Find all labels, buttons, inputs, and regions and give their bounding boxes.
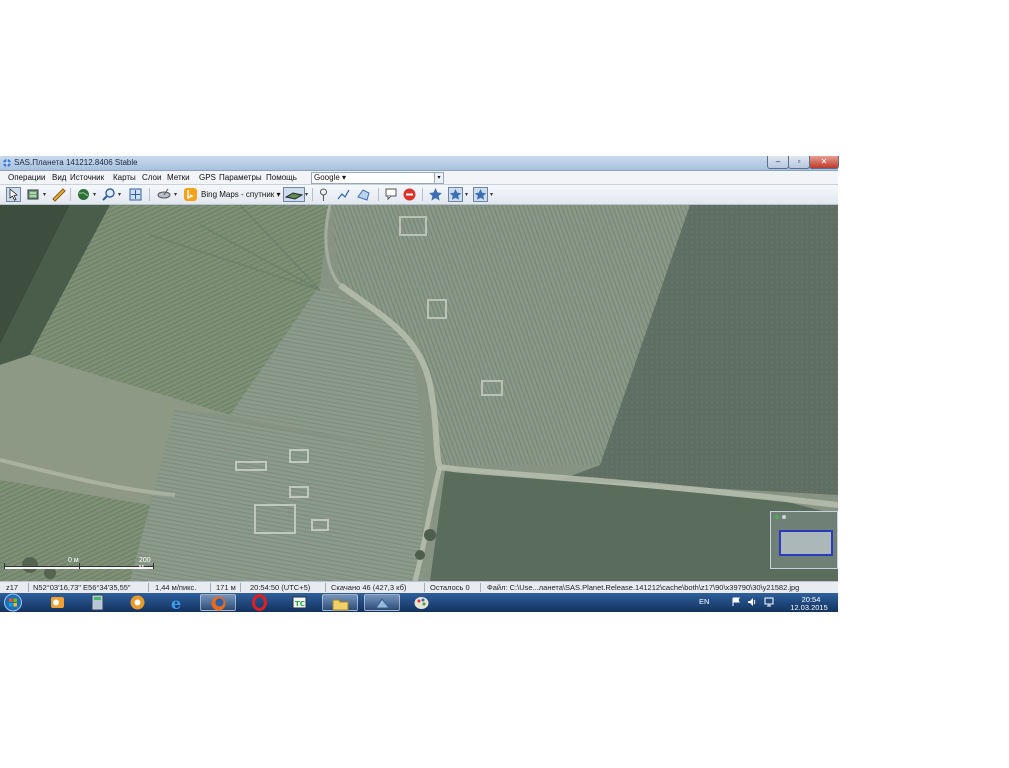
path-icon[interactable] <box>336 187 351 202</box>
bing-maps-layer-select[interactable]: Bing Maps - спутник ▾ <box>201 189 281 200</box>
taskbar-outlook[interactable] <box>40 594 76 611</box>
status-file-path: Файл: C:\Use...ланета\SAS.Planet.Release… <box>487 583 800 592</box>
toolbar-separator <box>422 188 423 201</box>
toolbar-separator <box>70 188 71 201</box>
volume-icon[interactable] <box>747 597 757 607</box>
ruler-icon[interactable] <box>51 187 66 202</box>
maximize-button[interactable]: ▫ <box>788 156 810 169</box>
status-elevation: 171 м <box>216 583 236 592</box>
menu-source[interactable]: Источник <box>70 172 104 183</box>
comment-icon[interactable] <box>384 187 399 202</box>
flag-icon[interactable] <box>731 597 741 607</box>
firefox-icon <box>211 596 226 611</box>
folder-icon <box>332 599 349 611</box>
status-remaining: Осталось 0 <box>430 583 470 592</box>
menu-maps[interactable]: Карты <box>113 172 136 183</box>
toolbar-separator <box>149 188 150 201</box>
scale-label-end: 200 м <box>139 557 151 571</box>
menu-marks[interactable]: Метки <box>167 172 190 183</box>
status-coordinates: N52°03'16,73" E56°34'35,55" <box>33 583 131 592</box>
taskbar-firefox[interactable] <box>200 594 236 611</box>
minimap-zoom-out-icon[interactable] <box>782 515 786 519</box>
layers-icon[interactable] <box>26 187 41 202</box>
chevron-down-icon[interactable]: ▾ <box>305 191 308 198</box>
minimize-button[interactable]: ‒ <box>767 156 789 169</box>
menu-settings[interactable]: Параметры <box>219 172 262 183</box>
paint-icon <box>414 597 429 609</box>
star-selected-icon[interactable] <box>448 187 463 202</box>
satellite-dish-icon[interactable] <box>157 187 172 202</box>
toolbar-separator <box>312 188 313 201</box>
svg-text:e: e <box>171 594 181 611</box>
status-bar: z17 N52°03'16,73" E56°34'35,55" 1,44 м/п… <box>0 581 838 593</box>
status-time: 20:54:50 (UTC+5) <box>250 583 311 592</box>
zoom-icon[interactable] <box>101 187 116 202</box>
minimap-viewport-frame[interactable] <box>779 530 833 556</box>
window-title: SAS.Планета 141212.8406 Stable <box>14 158 138 167</box>
globe-icon[interactable] <box>76 187 91 202</box>
toolbar-separator <box>378 188 379 201</box>
stop-icon[interactable] <box>402 187 417 202</box>
taskbar-explorer[interactable] <box>322 594 358 611</box>
polygon-icon[interactable] <box>356 187 371 202</box>
star-icon[interactable] <box>428 187 443 202</box>
clock-date[interactable]: 12.03.2015 <box>786 603 832 612</box>
calculator-icon <box>91 594 104 611</box>
menu-operations[interactable]: Операции <box>8 172 45 183</box>
menu-gps[interactable]: GPS <box>199 172 216 183</box>
menu-layers[interactable]: Слои <box>142 172 161 183</box>
menu-view[interactable]: Вид <box>52 172 66 183</box>
total-commander-icon: TC <box>292 596 307 609</box>
taskbar-paint[interactable] <box>404 594 440 611</box>
close-button[interactable]: ✕ <box>809 156 839 169</box>
minimap-zoom-in-icon[interactable] <box>775 515 779 519</box>
chevron-down-icon[interactable]: ▾ <box>490 191 493 198</box>
opera-icon <box>252 594 267 611</box>
title-bar[interactable]: SAS.Планета 141212.8406 Stable ‒ ▫ ✕ <box>0 156 839 171</box>
placemark-icon[interactable] <box>316 187 331 202</box>
app-icon <box>3 159 11 167</box>
start-orb-icon[interactable] <box>3 593 23 612</box>
taskbar-ie[interactable]: e <box>160 594 196 611</box>
star-selected-icon[interactable] <box>473 187 488 202</box>
counter-strike-icon <box>130 595 145 610</box>
status-resolution: 1,44 м/пикс. <box>155 583 197 592</box>
svg-text:TC: TC <box>295 600 305 608</box>
taskbar-sas-planet[interactable] <box>364 594 400 611</box>
ie-icon: e <box>171 594 181 611</box>
bing-icon[interactable] <box>183 187 198 202</box>
overview-minimap[interactable] <box>770 511 838 569</box>
chevron-down-icon[interactable]: ▾ <box>174 191 177 198</box>
map-source-select[interactable]: Google ▾ ▾ <box>311 172 444 184</box>
map-layer-icon[interactable] <box>283 187 305 202</box>
chevron-down-icon[interactable]: ▾ <box>118 191 121 198</box>
sas-planet-icon <box>375 598 391 609</box>
chevron-down-icon[interactable]: ▾ <box>43 191 46 198</box>
chevron-down-icon[interactable]: ▾ <box>465 191 468 198</box>
menu-bar: Операции Вид Источник Карты Слои Метки G… <box>0 171 838 185</box>
windows-taskbar: e TC EN 20:54 12.03.2015 <box>0 593 838 612</box>
satellite-map-view[interactable]: 0 м 200 м <box>0 205 838 581</box>
status-zoom: z17 <box>6 583 19 592</box>
taskbar-opera[interactable] <box>242 594 278 611</box>
taskbar-total-commander[interactable]: TC <box>282 594 318 611</box>
taskbar-counter-strike[interactable] <box>120 594 156 611</box>
scale-label-start: 0 м <box>68 557 79 564</box>
network-icon[interactable] <box>764 597 774 607</box>
outlook-icon <box>51 597 64 608</box>
app-window: SAS.Планета 141212.8406 Stable ‒ ▫ ✕ Опе… <box>0 156 839 612</box>
main-toolbar: ▾ ▾ ▾ ▾ Bing Maps - спутник ▾ ▾ ▾ ▾ <box>0 185 838 205</box>
taskbar-calculator[interactable] <box>80 594 116 611</box>
map-source-value: Google ▾ <box>314 173 347 182</box>
status-downloaded: Скачано 46 (427,3 кб) <box>331 583 407 592</box>
map-scale-bar: 0 м 200 м <box>4 557 154 571</box>
fullscreen-icon[interactable] <box>128 187 143 202</box>
chevron-down-icon[interactable]: ▾ <box>434 173 443 183</box>
select-arrow-icon[interactable] <box>6 187 21 202</box>
keyboard-language[interactable]: EN <box>699 597 709 606</box>
menu-help[interactable]: Помощь <box>266 172 297 183</box>
chevron-down-icon[interactable]: ▾ <box>93 191 96 198</box>
satellite-imagery <box>0 205 838 581</box>
